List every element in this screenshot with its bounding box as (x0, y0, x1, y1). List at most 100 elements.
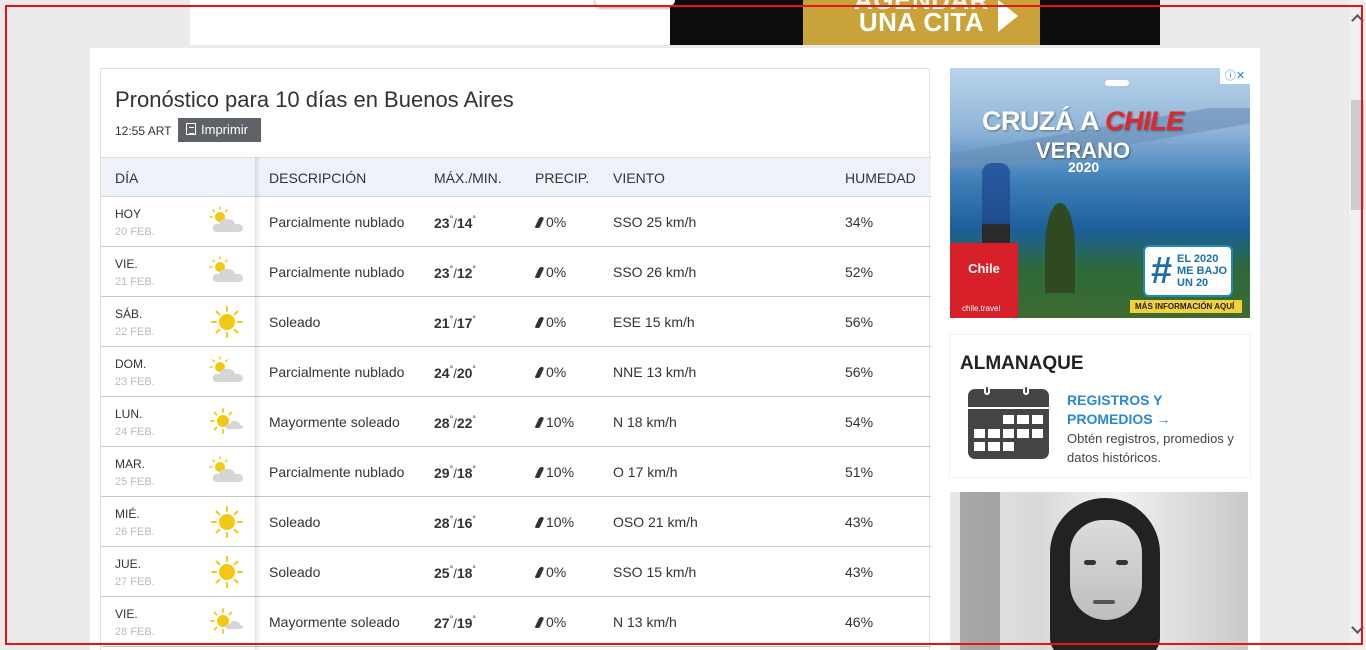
calendar-icon (968, 385, 1049, 459)
max-min-temp: 28°/16° (434, 514, 476, 531)
ad-headline-b: CHILE (1104, 106, 1184, 136)
schedule-cta-button[interactable]: AGENDAR UNA CITA (803, 0, 1040, 45)
promo-badge: # EL 2020 ME BAJO UN 20 (1143, 245, 1233, 297)
weather-description: Mayormente soleado (269, 614, 400, 630)
max-min-temp: 23°/14° (434, 214, 476, 231)
table-row[interactable]: MAR. 25 FEB. Parcialmente nublado 29°/18° 10… (101, 447, 931, 497)
min-temp: 17 (456, 315, 473, 331)
max-temp: 24 (434, 365, 450, 381)
raindrop-icon (534, 267, 545, 278)
table-row[interactable]: HOY 20 FEB. Parcialmente nublado 23°/14° 0% S… (101, 197, 931, 247)
almanac-widget[interactable]: ALMANAQUE REGISTROS Y PROMEDIOS → Obtén … (950, 335, 1250, 477)
partly-cloudy-icon (209, 206, 245, 238)
day-name: VIE. (115, 257, 138, 271)
day-date: 23 FEB. (115, 376, 155, 388)
scroll-down-icon[interactable] (1351, 621, 1364, 634)
humidity: 56% (845, 314, 874, 330)
precipitation: 10% (534, 464, 574, 480)
day-date: 28 FEB. (115, 626, 155, 638)
wind: N 13 km/h (613, 614, 677, 630)
top-banner-ad[interactable]: AGENDAR UNA CITA (190, 0, 1160, 45)
partly-cloudy-icon (209, 456, 245, 488)
table-row[interactable]: VIE. 21 FEB. Parcialmente nublado 23°/12° 0%… (101, 247, 931, 297)
mostly-sunny-icon (209, 606, 245, 638)
day-name: VIE. (115, 607, 138, 621)
day-name: MAR. (115, 457, 145, 471)
day-column-shadow (255, 157, 261, 650)
vertical-scrollbar[interactable] (1349, 0, 1366, 650)
max-min-temp: 21°/17° (434, 314, 476, 331)
chile-ad[interactable]: CRUZÁ A CHILE VERANO 2020 Chile chile.tr… (950, 68, 1250, 318)
portrait-ad-image[interactable] (950, 492, 1248, 650)
wind: NNE 13 km/h (613, 364, 697, 380)
min-temp: 19 (456, 615, 473, 631)
day-date: 21 FEB. (115, 276, 155, 288)
mostly-sunny-icon (209, 406, 245, 438)
max-temp: 27 (434, 615, 450, 631)
precipitation: 0% (534, 314, 567, 330)
partly-cloudy-icon (209, 356, 245, 388)
raindrop-icon (534, 617, 545, 628)
records-link[interactable]: REGISTROS Y PROMEDIOS → (1067, 391, 1217, 429)
table-header: DÍA DESCRIPCIÓN MÁX./MIN. PRECIP. VIENTO… (101, 157, 931, 197)
ad-close-icon[interactable]: ⓘ✕ (1220, 68, 1250, 84)
table-row[interactable]: LUN. 24 FEB. Mayormente soleado 28°/22° 10% N… (101, 397, 931, 447)
print-button[interactable]: Imprimir (178, 118, 261, 142)
weather-description: Soleado (269, 314, 321, 330)
max-temp: 21 (434, 315, 450, 331)
sunny-icon (209, 506, 245, 538)
page-title: Pronóstico para 10 días en Buenos Aires (115, 87, 514, 112)
wind: SSO 15 km/h (613, 564, 697, 580)
min-temp: 14 (456, 215, 473, 231)
min-temp: 22 (456, 415, 473, 431)
precip-value: 0% (546, 314, 567, 330)
precip-value: 0% (546, 564, 567, 580)
table-row[interactable]: SÁB. 22 FEB. Soleado 21°/17° 0% ESE 15 km/h 56… (101, 297, 931, 347)
photo-eye (1116, 560, 1128, 565)
precipitation: 0% (534, 364, 566, 380)
precipitation: 0% (534, 264, 567, 280)
calendar-ring (984, 385, 990, 395)
precip-value: 0% (546, 614, 567, 630)
scroll-thumb[interactable] (1351, 100, 1364, 210)
humidity: 52% (845, 264, 874, 280)
table-row[interactable]: MIÉ. 26 FEB. Soleado 28°/16° 10% OSO 21 km/h 4… (101, 497, 931, 547)
precipitation: 0% (534, 614, 567, 630)
wind: ESE 15 km/h (613, 314, 695, 330)
day-name: SÁB. (115, 307, 143, 321)
day-date: 26 FEB. (115, 526, 155, 538)
day-name: DOM. (115, 357, 147, 371)
scroll-up-icon[interactable] (1351, 14, 1364, 27)
weather-description: Parcialmente nublado (269, 264, 405, 280)
humidity: 43% (845, 514, 874, 530)
more-info-link[interactable]: MÁS INFORMACIÓN AQUÍ (1130, 300, 1242, 313)
precip-value: 0% (546, 264, 567, 280)
almanac-description: Obtén registros, promedios y datos histó… (1067, 431, 1234, 465)
max-min-temp: 25°/18° (434, 564, 476, 581)
raindrop-icon (534, 467, 545, 478)
min-temp: 18 (456, 565, 473, 581)
max-min-temp: 24°/20° (434, 364, 476, 381)
table-row[interactable]: DOM. 23 FEB. Parcialmente nublado 24°/20° 0%… (101, 347, 931, 397)
promo-badge-text: EL 2020 ME BAJO UN 20 (1177, 253, 1228, 289)
precipitation: 0% (534, 214, 567, 230)
table-row[interactable]: VIE. 28 FEB. Mayormente soleado 27°/19° 0% N … (101, 597, 931, 647)
humidity: 46% (845, 614, 874, 630)
day-name: JUE. (115, 557, 142, 571)
print-icon (186, 123, 196, 135)
almanac-title: ALMANAQUE (960, 353, 1084, 374)
max-temp: 28 (434, 515, 450, 531)
weather-description: Mayormente soleado (269, 414, 400, 430)
photo-eye (1084, 560, 1096, 565)
precip-value: 0% (546, 214, 567, 230)
forecast-rows: HOY 20 FEB. Parcialmente nublado 23°/14° 0% S… (101, 197, 931, 647)
humidity: 43% (845, 564, 874, 580)
table-row[interactable]: JUE. 27 FEB. Soleado 25°/18° 0% SSO 15 km/h 43… (101, 547, 931, 597)
weather-description: Parcialmente nublado (269, 214, 405, 230)
update-time: 12:55 ART (115, 124, 172, 138)
hashtag-icon: # (1151, 250, 1173, 292)
photo-mouth (1093, 600, 1115, 604)
chile-logo: Chile (950, 243, 1018, 303)
min-temp: 12 (456, 265, 473, 281)
max-temp: 23 (434, 215, 450, 231)
